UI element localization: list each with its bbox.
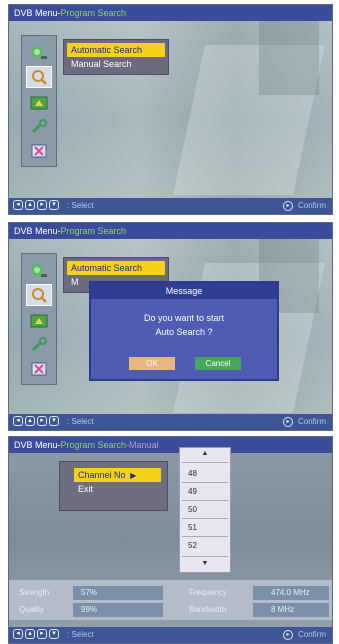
menu-item-exit[interactable]: Exit [74,482,161,496]
antenna-icon[interactable] [26,92,52,114]
scroll-up-icon[interactable]: ▲ [180,448,230,460]
title-dvb-menu: DVB Menu [14,8,58,18]
title-dvb-menu: DVB Menu [14,226,58,236]
cancel-button[interactable]: Cancel [195,357,241,370]
arrow-left-icon: ◂ [13,200,23,210]
screen-auto-search-confirm: DVB Menu-Program Search Automatic Search… [8,222,333,431]
ok-button-icon: ▸ [282,201,293,211]
divider [182,518,228,519]
screen-manual-search: DVB Menu-Program Search-Manual Channel N… [8,436,333,644]
chevron-right-icon: ▶ [128,471,137,480]
confirm-hint: ▸ Confirm [282,414,326,430]
confirm-label: Confirm [297,201,326,210]
dialog-message-line1: Do you want to start [143,313,225,323]
confirm-hint: ▸ Confirm [282,198,326,214]
screen-program-search: DVB Menu-Program Search Automatic Search… [8,4,333,215]
divider [182,482,228,483]
select-hint: : Select [67,201,94,210]
bottom-help-bar: ◂ ▴ ▸ ▾ : Select ▸ Confirm [9,198,332,214]
channel-option[interactable]: 50 [184,502,226,517]
arrow-right-icon: ▸ [37,416,47,426]
quality-value: 99% [81,605,98,614]
icon-sidebar [21,253,57,385]
strength-value: 57% [81,588,98,597]
arrow-up-icon: ▴ [25,200,35,210]
ok-button-icon: ▸ [282,417,293,427]
arrow-down-icon: ▾ [49,416,59,426]
title-dvb-menu: DVB Menu [14,440,58,450]
bottom-help-bar: ◂ ▴ ▸ ▾ : Select ▸ Confirm [9,414,332,430]
confirm-hint: ▸ Confirm [282,627,326,643]
confirm-label: Confirm [297,417,326,426]
divider [182,556,228,557]
arrow-left-icon: ◂ [13,629,23,639]
title-program-search: Program Search [60,440,127,450]
signal-status-bar: Strength 57% Frequency 474.0 MHz Quality… [9,580,332,620]
search-icon[interactable] [26,66,52,88]
title-manual: -Manual [126,440,159,450]
satellite-icon[interactable] [26,42,52,64]
antenna-icon[interactable] [26,310,52,332]
search-menu: Automatic Search Manual Search [63,39,169,75]
icon-sidebar [21,35,57,167]
bandwidth-value: 8 MHz [271,605,295,614]
title-program-search: Program Search [60,226,127,236]
select-hint: : Select [67,630,94,639]
strength-label: Strength [19,588,50,597]
title-bar: DVB Menu-Program Search [9,5,332,21]
message-dialog: Message Do you want to start Auto Search… [89,281,279,381]
arrow-right-icon: ▸ [37,200,47,210]
menu-item-automatic-search[interactable]: Automatic Search [67,43,165,57]
title-program-search: Program Search [60,8,127,18]
satellite-icon[interactable] [26,260,52,282]
arrow-up-icon: ▴ [25,416,35,426]
divider [182,500,228,501]
arrow-down-icon: ▾ [49,629,59,639]
arrow-up-icon: ▴ [25,629,35,639]
bottom-help-bar: ◂ ▴ ▸ ▾ : Select ▸ Confirm [9,627,332,643]
channel-option[interactable]: 49 [184,484,226,499]
channel-option[interactable]: 51 [184,520,226,535]
search-icon[interactable] [26,284,52,306]
ok-button-icon: ▸ [282,630,293,640]
delete-icon[interactable] [26,358,52,380]
bandwidth-label: Bandwidth [189,605,227,614]
nav-buttons: ◂ ▴ ▸ ▾ [13,416,59,426]
wrench-icon[interactable] [26,116,52,138]
divider [182,462,228,463]
wrench-icon[interactable] [26,334,52,356]
frequency-value: 474.0 MHz [271,588,310,597]
channel-list[interactable]: ▲ 48 49 50 51 52 ▼ [179,447,231,573]
title-bar: DVB Menu-Program Search [9,223,332,239]
arrow-right-icon: ▸ [37,629,47,639]
frequency-label: Frequency [189,588,227,597]
manual-search-menu: Channel No ▶ Exit [59,461,168,511]
quality-label: Quality [19,605,44,614]
scroll-down-icon[interactable]: ▼ [180,558,230,570]
nav-buttons: ◂ ▴ ▸ ▾ [13,629,59,639]
menu-item-channel-no[interactable]: Channel No ▶ [74,468,161,482]
dialog-message-line2: Auto Search ? [155,327,213,337]
channel-no-label: Channel No [78,470,126,480]
divider [182,536,228,537]
arrow-down-icon: ▾ [49,200,59,210]
nav-buttons: ◂ ▴ ▸ ▾ [13,200,59,210]
arrow-left-icon: ◂ [13,416,23,426]
channel-option[interactable]: 48 [184,466,226,481]
menu-item-automatic-search[interactable]: Automatic Search [67,261,165,275]
confirm-label: Confirm [297,630,326,639]
title-bar: DVB Menu-Program Search-Manual [9,437,332,453]
channel-option[interactable]: 52 [184,538,226,553]
menu-item-manual-search[interactable]: Manual Search [67,57,165,71]
delete-icon[interactable] [26,140,52,162]
ok-button[interactable]: OK [129,357,175,370]
select-hint: : Select [67,417,94,426]
dialog-title: Message [91,283,277,299]
